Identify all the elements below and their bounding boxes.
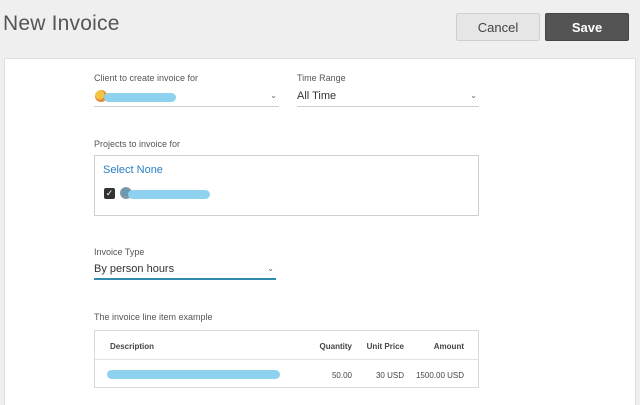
- table-header: Description Quantity Unit Price Amount: [95, 331, 478, 360]
- column-quantity: Quantity: [319, 342, 352, 351]
- line-item-table: Description Quantity Unit Price Amount 5…: [94, 330, 479, 388]
- page-title: New Invoice: [3, 12, 120, 35]
- project-checkbox[interactable]: ✓: [104, 188, 115, 199]
- invoice-type-label: Invoice Type: [94, 247, 145, 257]
- row-amount: 1500.00 USD: [415, 371, 464, 380]
- save-button[interactable]: Save: [545, 13, 629, 41]
- chevron-down-icon: ⌄: [267, 264, 274, 273]
- column-unit-price: Unit Price: [366, 342, 404, 351]
- chevron-down-icon: ⌄: [270, 91, 277, 100]
- invoice-type-value: By person hours: [94, 263, 175, 275]
- cancel-button[interactable]: Cancel: [456, 13, 540, 41]
- table-row: 50.00 30 USD 1500.00 USD: [95, 360, 478, 389]
- column-amount: Amount: [433, 342, 464, 351]
- invoice-type-select[interactable]: By person hours ⌄: [94, 260, 276, 280]
- project-name-redaction: [128, 190, 210, 199]
- client-name-redaction: [104, 93, 176, 102]
- time-range-value: All Time: [297, 90, 337, 102]
- projects-label: Projects to invoice for: [94, 139, 181, 149]
- time-range-label: Time Range: [297, 73, 346, 83]
- page-header: New Invoice Cancel Save: [0, 0, 640, 58]
- invoice-form: Client to create invoice for ⌄ Time Rang…: [4, 58, 636, 405]
- projects-list: Select None ✓: [94, 155, 479, 216]
- line-item-label: The invoice line item example: [94, 312, 213, 322]
- description-redaction: [107, 370, 280, 379]
- time-range-select[interactable]: All Time ⌄: [297, 87, 479, 107]
- client-label: Client to create invoice for: [94, 73, 199, 83]
- row-unit-price: 30 USD: [375, 371, 404, 380]
- chevron-down-icon: ⌄: [470, 91, 477, 100]
- row-quantity: 50.00: [331, 371, 352, 380]
- client-select[interactable]: ⌄: [94, 87, 279, 107]
- column-description: Description: [110, 342, 155, 351]
- select-none-link[interactable]: Select None: [103, 164, 163, 176]
